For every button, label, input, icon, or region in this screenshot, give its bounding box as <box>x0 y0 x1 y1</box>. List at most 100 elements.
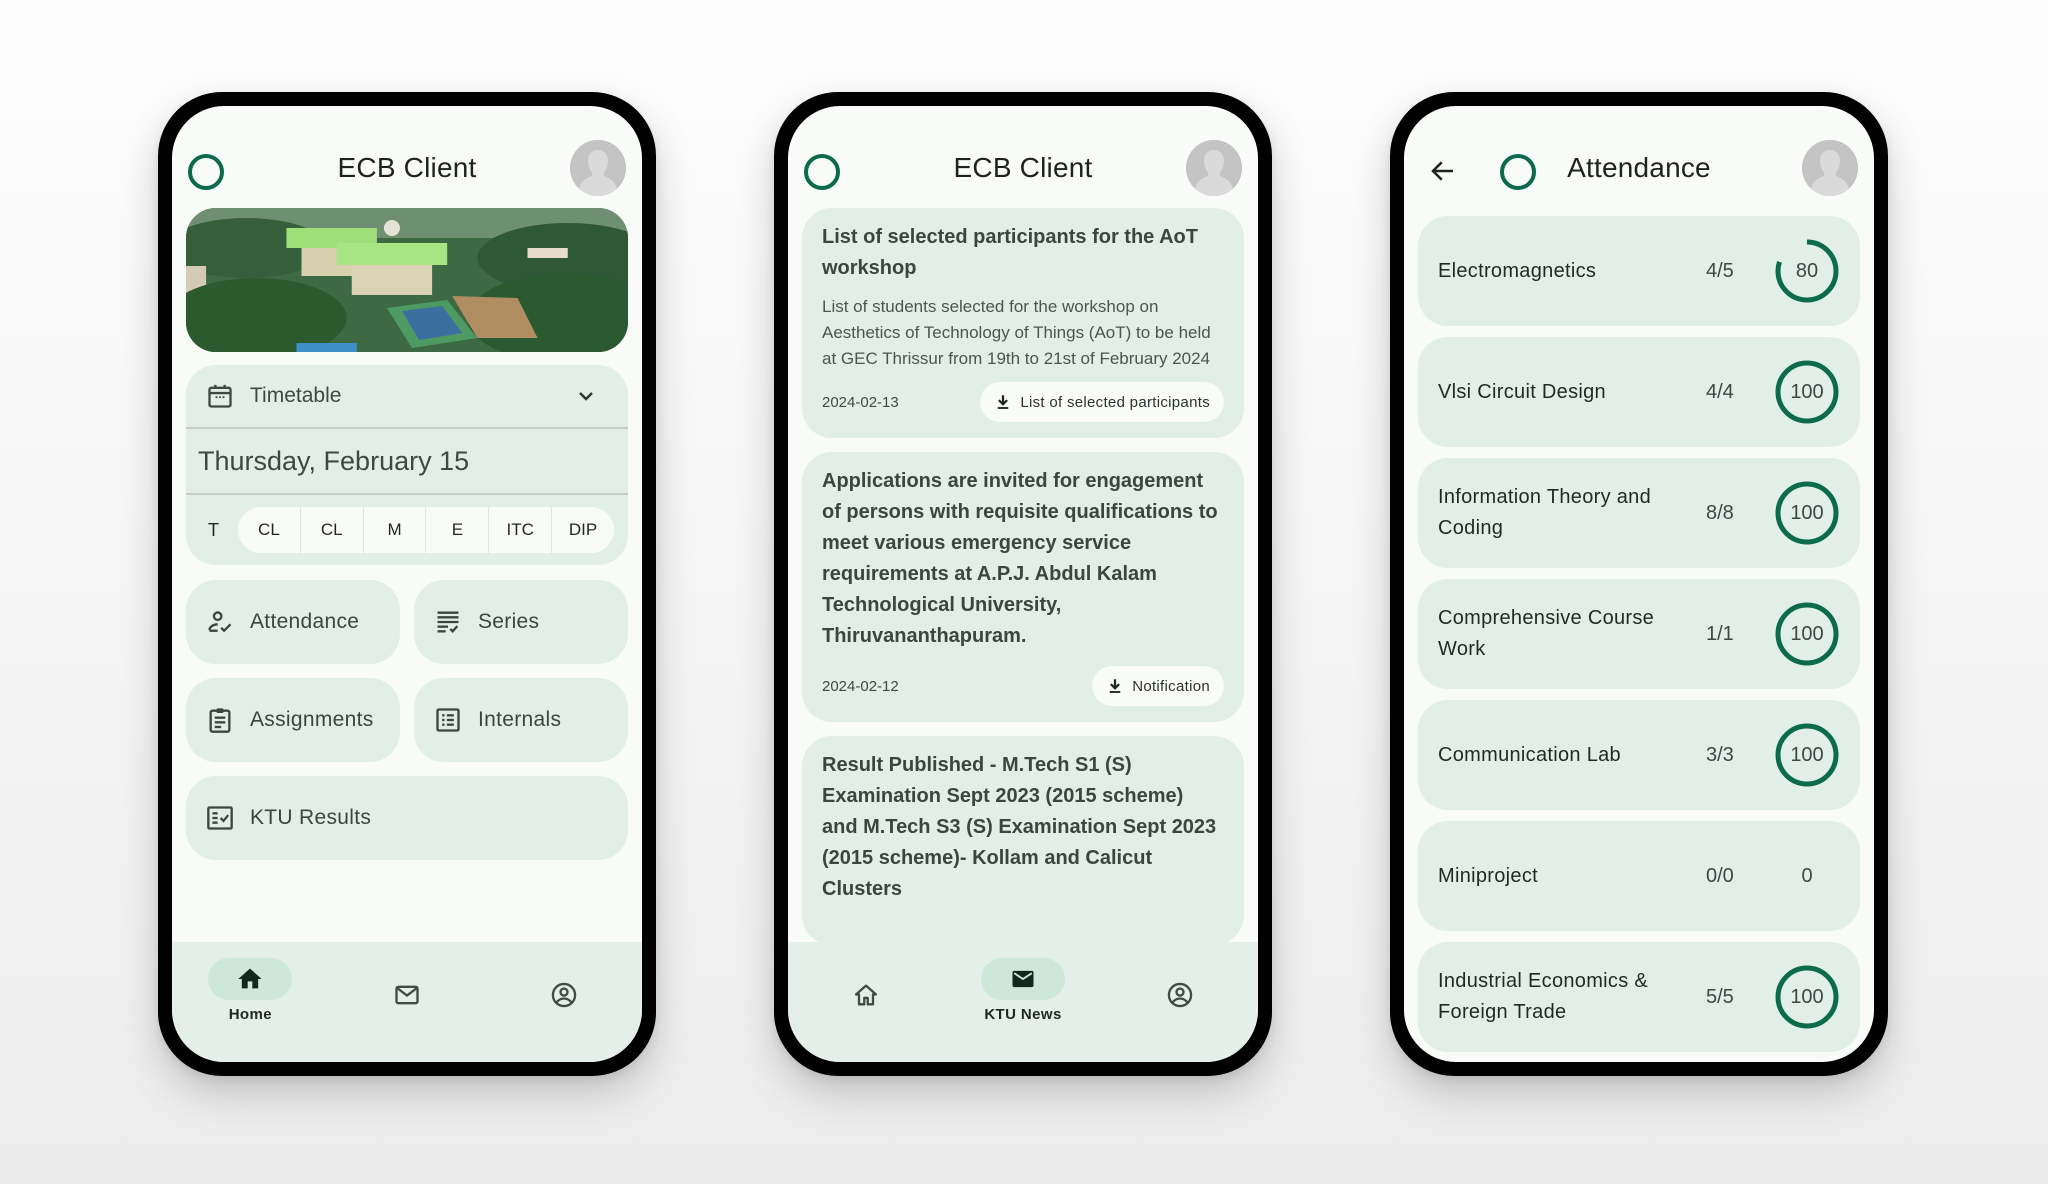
attendance-row[interactable]: Comprehensive Course Work 1/1 100 <box>1418 579 1860 689</box>
download-link-button[interactable]: List of selected participants <box>980 382 1224 422</box>
assignments-button[interactable]: Assignments <box>186 678 400 762</box>
attendance-ratio: 3/3 <box>1706 743 1734 766</box>
series-button-label: Series <box>478 610 540 633</box>
attendance-screen: Attendance Electromagnetics 4/5 80 Vlsi … <box>1404 106 1874 1062</box>
attendance-button-label: Attendance <box>250 610 360 633</box>
internals-button[interactable]: Internals <box>414 678 628 762</box>
attendance-progress-ring: 100 <box>1774 359 1840 425</box>
attendance-percent: 100 <box>1790 380 1824 403</box>
attendance-ratio: 1/1 <box>1706 622 1734 645</box>
phone-news: ECB Client List of selected participants… <box>774 92 1272 1076</box>
list-box-icon <box>436 708 460 732</box>
attendance-row[interactable]: Information Theory and Coding 8/8 100 <box>1418 458 1860 568</box>
subject-name: Information Theory and Coding <box>1438 486 1652 539</box>
period-item[interactable]: CL <box>301 507 364 553</box>
list-check-icon <box>437 611 459 634</box>
attendance-percent: 100 <box>1790 985 1824 1008</box>
period-item[interactable]: ITC <box>489 507 553 553</box>
checklist-box-icon <box>207 806 233 830</box>
nav-ktu-news[interactable] <box>329 942 486 1062</box>
home-outline-icon <box>855 984 878 1006</box>
attendance-ratio: 5/5 <box>1706 985 1734 1008</box>
timetable-label: Timetable <box>250 384 342 407</box>
nav-home[interactable] <box>788 942 945 1062</box>
attendance-ratio: 4/4 <box>1706 380 1734 403</box>
period-item[interactable]: DIP <box>552 507 614 553</box>
series-button[interactable]: Series <box>414 580 628 664</box>
nav-profile[interactable] <box>485 942 642 1062</box>
phone-home: ECB Client Timetable Thursday, February … <box>158 92 656 1076</box>
subject-name: Comprehensive Course Work <box>1438 607 1655 660</box>
download-link-label: List of selected participants <box>1020 393 1210 411</box>
news-item[interactable]: Applications are invited for engagement … <box>802 452 1244 722</box>
bottom-navigation: Home <box>172 942 642 1062</box>
news-item[interactable]: List of selected participants for the Ao… <box>802 208 1244 438</box>
subject-name: Communication Lab <box>1438 743 1621 766</box>
news-title: List of selected participants for the Ao… <box>822 226 1198 279</box>
calendar-icon <box>208 384 232 408</box>
bottom-navigation: KTU News <box>788 942 1258 1062</box>
ktu-results-button[interactable]: KTU Results <box>186 776 628 860</box>
internals-button-label: Internals <box>478 708 562 731</box>
attendance-progress-ring: 100 <box>1774 722 1840 788</box>
attendance-row[interactable]: Miniproject 0/0 0 <box>1418 821 1860 931</box>
attendance-percent: 80 <box>1795 259 1819 282</box>
nav-home[interactable]: Home <box>172 942 329 1062</box>
attendance-percent: 100 <box>1790 501 1824 524</box>
attendance-row[interactable]: Electromagnetics 4/5 80 <box>1418 216 1860 326</box>
avatar-placeholder-icon <box>1186 140 1242 196</box>
news-list[interactable]: List of selected participants for the Ao… <box>802 208 1244 942</box>
mail-icon <box>395 985 419 1005</box>
avatar[interactable] <box>1186 140 1242 196</box>
news-title: Applications are invited for engagement … <box>822 470 1218 647</box>
period-item[interactable]: CL <box>238 507 301 553</box>
news-title: Result Published - M.Tech S1 (S) Examina… <box>822 754 1217 900</box>
mail-filled-icon <box>1012 970 1034 988</box>
attendance-progress-ring: 100 <box>1774 601 1840 667</box>
account-circle-icon <box>1167 982 1192 1008</box>
period-item[interactable]: E <box>426 507 490 553</box>
nav-home-label: Home <box>228 1006 272 1023</box>
avatar[interactable] <box>1802 140 1858 196</box>
ktu-results-button-label: KTU Results <box>250 806 372 829</box>
subject-name: Industrial Economics & Foreign Trade <box>1438 970 1649 1023</box>
attendance-list[interactable]: Electromagnetics 4/5 80 Vlsi Circuit Des… <box>1418 216 1860 1062</box>
attendance-progress-ring: 100 <box>1774 964 1840 1030</box>
assignments-button-label: Assignments <box>250 708 374 731</box>
attendance-row[interactable]: Communication Lab 3/3 100 <box>1418 700 1860 810</box>
home-screen: ECB Client Timetable Thursday, February … <box>172 106 642 1062</box>
attendance-percent: 0 <box>1801 864 1813 887</box>
nav-profile[interactable] <box>1101 942 1258 1062</box>
campus-banner-image <box>186 208 628 352</box>
attendance-ratio: 0/0 <box>1706 864 1734 887</box>
chevron-down-icon[interactable] <box>574 384 598 408</box>
avatar-placeholder-icon <box>570 140 626 196</box>
phone-attendance: Attendance Electromagnetics 4/5 80 Vlsi … <box>1390 92 1888 1076</box>
subject-name: Electromagnetics <box>1438 259 1597 282</box>
subject-name: Vlsi Circuit Design <box>1438 380 1606 403</box>
download-icon <box>998 395 1009 409</box>
subject-name: Miniproject <box>1438 864 1538 887</box>
news-item[interactable]: Result Published - M.Tech S1 (S) Examina… <box>802 736 1244 942</box>
timetable-date: Thursday, February 15 <box>186 429 628 495</box>
download-link-button[interactable]: Notification <box>1092 666 1224 706</box>
timetable-header[interactable]: Timetable <box>186 365 628 429</box>
news-description: List of students selected for the worksh… <box>822 297 1211 368</box>
period-list: CL CL M E ITC DIP <box>238 507 614 553</box>
attendance-row[interactable]: Industrial Economics & Foreign Trade 5/5… <box>1418 942 1860 1052</box>
avatar-placeholder-icon <box>1802 140 1858 196</box>
attendance-row[interactable]: Vlsi Circuit Design 4/4 100 <box>1418 337 1860 447</box>
nav-ktu-news[interactable]: KTU News <box>945 942 1102 1062</box>
download-link-label: Notification <box>1132 677 1210 695</box>
attendance-progress-ring: 0 <box>1774 843 1840 909</box>
download-icon <box>1109 679 1121 693</box>
news-date: 2024-02-13 <box>822 393 899 411</box>
attendance-button[interactable]: Attendance <box>186 580 400 664</box>
nav-ktu-news-label: KTU News <box>984 1006 1062 1023</box>
person-check-icon <box>208 611 232 633</box>
timetable-card: Timetable Thursday, February 15 T CL CL … <box>186 365 628 565</box>
attendance-progress-ring: 100 <box>1774 480 1840 546</box>
period-item[interactable]: M <box>364 507 427 553</box>
avatar[interactable] <box>570 140 626 196</box>
current-period: T <box>208 519 219 540</box>
